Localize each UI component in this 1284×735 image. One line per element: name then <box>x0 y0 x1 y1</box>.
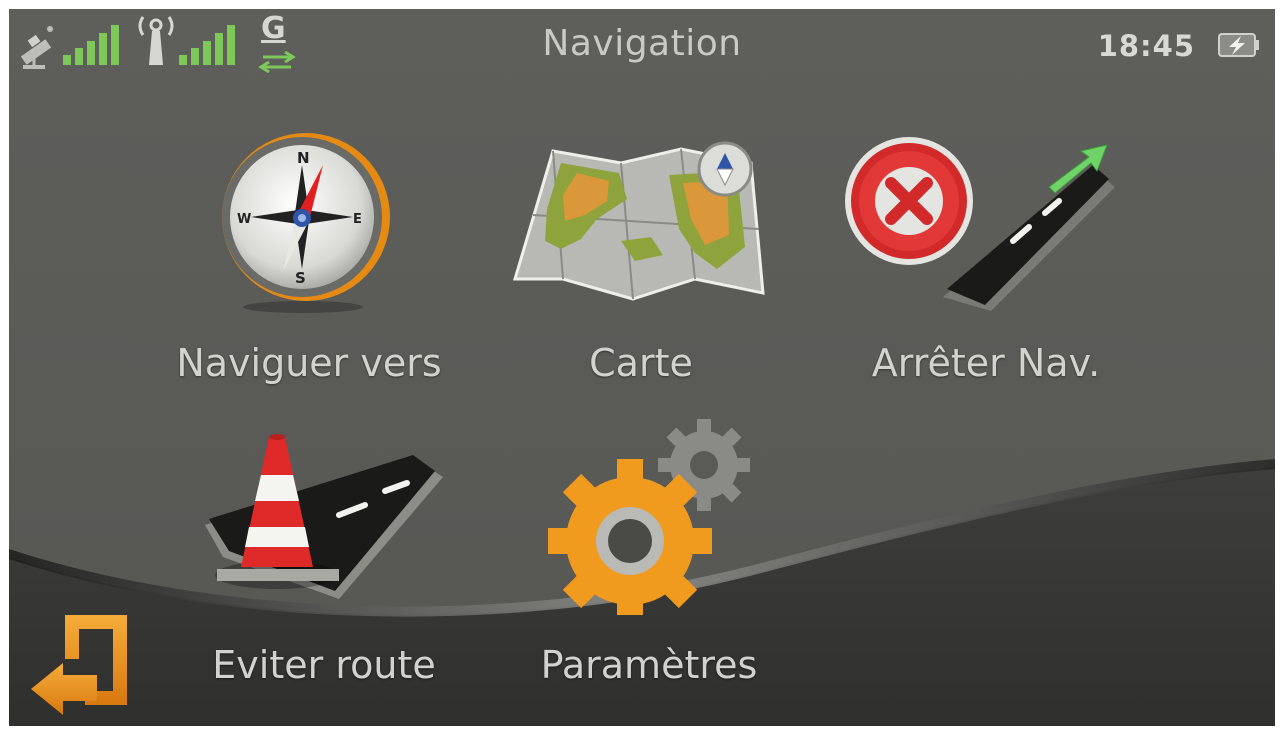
battery-charging-icon <box>1218 33 1259 57</box>
svg-text:E: E <box>353 212 362 227</box>
back-arrow-icon[interactable] <box>27 613 131 717</box>
menu-item-naviguer-vers[interactable]: N S W E Naviguer vers <box>139 119 479 409</box>
menu-item-carte[interactable]: Carte <box>491 119 791 409</box>
menu-item-label: Naviguer vers <box>176 341 442 385</box>
gears-icon <box>548 419 750 615</box>
menu-item-eviter-route[interactable]: Eviter route <box>179 429 469 709</box>
clock: 18:45 <box>1097 29 1195 63</box>
menu-item-label: Eviter route <box>212 643 436 687</box>
svg-text:W: W <box>237 212 251 227</box>
svg-text:N: N <box>297 149 310 167</box>
menu-item-label: Carte <box>589 341 693 385</box>
menu-item-arreter-nav[interactable]: Arrêter Nav. <box>831 119 1141 409</box>
navigation-screen: G Navigation 18:45 N S W E Naviguer vers… <box>9 9 1275 726</box>
map-icon <box>512 141 765 301</box>
page-title: Navigation <box>542 23 742 64</box>
menu-item-label: Arrêter Nav. <box>871 341 1101 385</box>
menu-item-label: Paramètres <box>540 643 758 687</box>
status-bar: G Navigation 18:45 <box>9 9 1275 81</box>
menu-item-parametres[interactable]: Paramètres <box>514 409 784 709</box>
svg-text:S: S <box>295 269 306 287</box>
stop-navigation-icon <box>845 137 1115 311</box>
traffic-cone-road-icon <box>205 434 443 599</box>
compass-icon: N S W E <box>222 133 390 313</box>
